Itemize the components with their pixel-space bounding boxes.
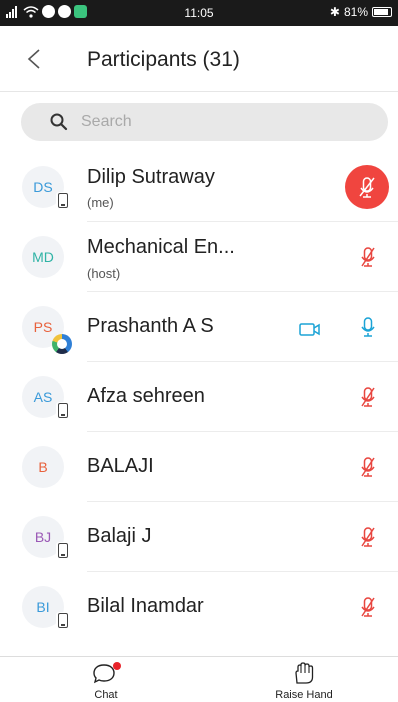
avatar-initials: BI — [36, 599, 50, 615]
search-bar[interactable] — [21, 103, 388, 141]
avatar: DS — [22, 166, 70, 210]
mic-muted-icon[interactable] — [356, 455, 380, 479]
participant-row[interactable]: MD Mechanical En... (host) — [0, 222, 398, 292]
page-title: Participants (31) — [87, 48, 240, 71]
avatar-initials: MD — [32, 249, 54, 265]
back-button[interactable] — [20, 44, 50, 74]
battery-percent: 81% — [343, 5, 368, 19]
participant-name: Bilal Inamdar — [87, 595, 204, 617]
chat-label: Chat — [94, 689, 118, 701]
participant-role: (host) — [87, 266, 121, 281]
mute-button[interactable] — [345, 165, 389, 209]
status-icons-right: ✱ 81% — [330, 5, 392, 19]
avatar-initials: B — [38, 459, 48, 475]
video-camera-icon[interactable] — [298, 319, 322, 339]
participant-row[interactable]: DS Dilip Sutraway (me) — [0, 152, 398, 222]
participant-name: Prashanth A S — [87, 315, 214, 337]
avatar: BJ — [22, 516, 70, 560]
mic-muted-icon[interactable] — [356, 525, 380, 549]
participant-row[interactable]: BJ Balaji J — [0, 502, 398, 572]
chat-icon — [93, 662, 121, 684]
raise-hand-icon — [295, 662, 314, 684]
participant-row[interactable]: PS Prashanth A S — [0, 292, 398, 362]
avatar-initials: AS — [33, 389, 53, 405]
participant-role: (me) — [87, 195, 114, 210]
participant-name: Balaji J — [87, 525, 152, 547]
raise-hand-button[interactable]: Raise Hand — [266, 661, 342, 701]
chat-button[interactable]: Chat — [82, 661, 130, 701]
bottom-toolbar: Chat Raise Hand — [0, 656, 398, 702]
participant-name: BALAJI — [87, 455, 154, 477]
avatar-initials: BJ — [34, 529, 52, 545]
search-input[interactable] — [81, 103, 371, 141]
participant-name: Afza sehreen — [87, 385, 205, 407]
mic-icon[interactable] — [356, 315, 380, 339]
participant-name: Dilip Sutraway — [87, 166, 215, 188]
avatar: AS — [22, 376, 70, 420]
phone-icon — [56, 612, 70, 630]
header: Participants (31) — [0, 26, 398, 92]
participant-row[interactable]: BI Bilal Inamdar — [0, 572, 398, 642]
search-icon — [50, 113, 68, 131]
participant-name: Mechanical En... — [87, 236, 235, 258]
raise-hand-label: Raise Hand — [275, 689, 333, 701]
mic-muted-icon[interactable] — [356, 595, 380, 619]
chevron-left-icon — [27, 49, 40, 69]
mic-muted-icon[interactable] — [356, 385, 380, 409]
battery-icon — [372, 7, 392, 17]
phone-icon — [56, 542, 70, 560]
avatar: B — [22, 446, 64, 488]
avatar: PS — [22, 306, 72, 354]
avatar-initials: DS — [33, 179, 53, 195]
phone-icon — [56, 192, 70, 210]
phone-icon — [56, 402, 70, 420]
avatar: BI — [22, 586, 70, 630]
mic-muted-icon[interactable] — [356, 245, 380, 269]
participant-row[interactable]: AS Afza sehreen — [0, 362, 398, 432]
status-ring-icon — [52, 334, 72, 354]
status-bar: 11:05 ✱ 81% — [0, 0, 398, 26]
avatar: MD — [22, 236, 64, 278]
participant-row[interactable]: B BALAJI — [0, 432, 398, 502]
bluetooth-icon: ✱ — [329, 5, 340, 19]
avatar-initials: PS — [33, 319, 53, 335]
mic-muted-icon — [359, 177, 375, 198]
